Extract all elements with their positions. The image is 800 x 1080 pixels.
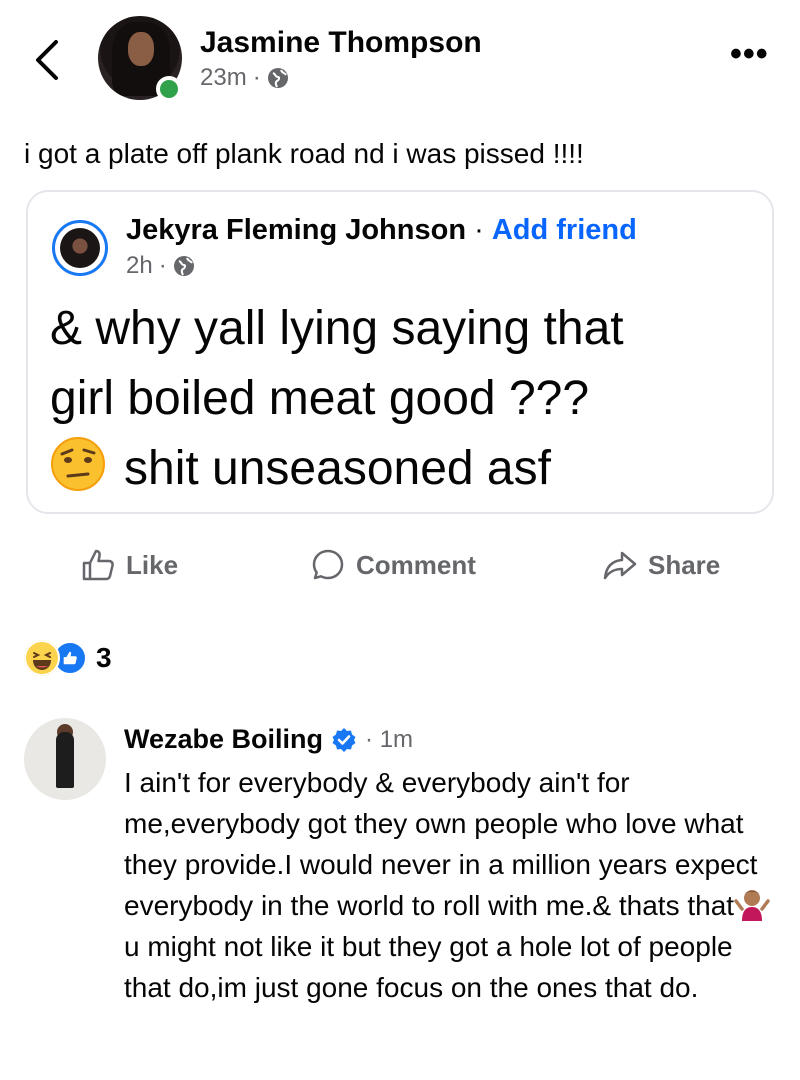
shared-line-2: girl boiled meat good ??? xyxy=(50,372,590,425)
reaction-count: 3 xyxy=(96,642,112,673)
post-text: i got a plate off plank road nd i was pi… xyxy=(24,138,584,169)
shared-time[interactable]: 2h xyxy=(126,252,153,280)
comment-text: I ain't for everybody & everybody ain't … xyxy=(124,762,784,1008)
add-friend-link[interactable]: Add friend xyxy=(492,214,637,246)
like-button[interactable]: Like xyxy=(80,540,178,590)
like-label: Like xyxy=(126,549,179,580)
shared-meta: 2h · xyxy=(126,252,195,280)
shared-line-1: & why yall lying saying that xyxy=(50,302,624,355)
shared-post-card[interactable]: Jekyra Fleming Johnson · Add friend 2h ·… xyxy=(26,190,774,514)
shared-line-3-wrap: shit unseasoned asf xyxy=(50,434,760,504)
comment-button[interactable]: Comment xyxy=(310,540,476,590)
post-time[interactable]: 23m xyxy=(200,64,247,92)
post-meta: 23m · xyxy=(200,64,289,92)
raised-eyebrow-emoji-icon xyxy=(51,437,105,491)
post-action-bar: Like Comment Share xyxy=(0,540,800,590)
comment-label: Comment xyxy=(356,549,476,580)
more-options-icon[interactable]: ••• xyxy=(730,37,769,71)
post-header: Jasmine Thompson 23m · ••• xyxy=(0,0,800,110)
verified-badge-icon xyxy=(332,727,356,752)
shared-line-3: shit unseasoned asf xyxy=(124,442,551,495)
shared-author-name[interactable]: Jekyra Fleming Johnson xyxy=(126,214,466,246)
online-status-dot xyxy=(156,76,182,102)
reactions-summary[interactable]: 3 xyxy=(24,638,112,678)
shared-meta-separator: · xyxy=(158,252,167,279)
globe-icon xyxy=(173,256,194,276)
share-button[interactable]: Share xyxy=(602,540,720,590)
shrug-emoji-icon xyxy=(734,890,770,921)
meta-separator: · xyxy=(252,64,261,91)
comment-bubble-icon xyxy=(312,549,344,580)
comment-header: Wezabe Boiling · 1m xyxy=(124,724,413,755)
comment-text-part-2: u might not like it but they got a hole … xyxy=(124,931,733,1003)
haha-reaction-icon xyxy=(24,640,60,676)
back-chevron-icon[interactable] xyxy=(28,38,68,82)
comment-time[interactable]: · 1m xyxy=(365,726,413,754)
share-label: Share xyxy=(648,549,721,580)
share-arrow-icon xyxy=(603,551,637,580)
shared-post-text: & why yall lying saying that girl boiled… xyxy=(50,294,760,504)
thumbs-up-icon xyxy=(82,549,114,581)
comment-text-part-1: I ain't for everybody & everybody ain't … xyxy=(124,767,758,921)
commenter-name[interactable]: Wezabe Boiling xyxy=(124,724,323,755)
shared-separator: · xyxy=(466,214,492,246)
commenter-avatar[interactable] xyxy=(24,718,106,800)
globe-icon xyxy=(267,68,288,88)
shared-author-avatar[interactable] xyxy=(52,220,108,276)
shared-author-line: Jekyra Fleming Johnson · Add friend xyxy=(126,214,637,247)
author-name[interactable]: Jasmine Thompson xyxy=(200,26,482,60)
